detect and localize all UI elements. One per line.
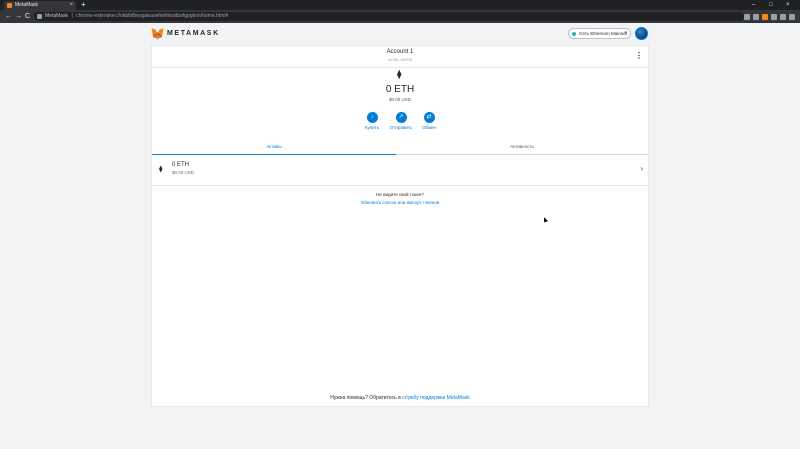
- send-button[interactable]: ↗ Отправить: [388, 112, 414, 130]
- reload-button[interactable]: C: [25, 10, 30, 23]
- tab-title: MetaMask: [15, 2, 39, 8]
- extension-toolbar: [744, 12, 795, 21]
- buy-label: Купить: [364, 125, 380, 130]
- token-not-found-text: Не видите свой токен?: [376, 192, 424, 197]
- bookmark-icon[interactable]: [744, 13, 750, 20]
- url-path: chrome-extension://nkbihfbeogaeaoehlefnk…: [76, 13, 229, 19]
- balance-fiat: $0.00 USD: [388, 97, 411, 102]
- account-options-icon[interactable]: ⋮: [635, 52, 643, 60]
- profile-icon[interactable]: [780, 13, 786, 20]
- tab-assets[interactable]: Активы: [152, 139, 396, 155]
- extension-icon-a[interactable]: [753, 13, 759, 20]
- tab-activity[interactable]: Активность: [396, 139, 648, 155]
- network-selector[interactable]: Сеть Ethereum Mainnet ▾: [568, 28, 631, 39]
- url-separator: |: [71, 13, 73, 19]
- metamask-fox-logo-icon[interactable]: [151, 28, 164, 40]
- or-text: или: [397, 200, 406, 205]
- asset-fiat: $0.00 USD: [172, 170, 195, 175]
- account-name[interactable]: Account 1: [152, 49, 648, 55]
- account-address[interactable]: 0x7f5...b9f7f5: [152, 57, 648, 62]
- address-bar[interactable]: MetaMask | chrome-extension://nkbihfbeog…: [34, 12, 744, 21]
- account-bar: Account 1 0x7f5...b9f7f5 ⋮: [152, 46, 648, 68]
- download-icon: ↓: [366, 112, 378, 123]
- account-avatar[interactable]: [635, 27, 648, 40]
- close-window-button[interactable]: ×: [786, 0, 790, 10]
- wallet-actions: ↓ Купить ↗ Отправить ⇄ Обмен: [359, 112, 449, 132]
- ethereum-icon: ⧫: [159, 166, 163, 173]
- extensions-puzzle-icon[interactable]: [771, 13, 777, 20]
- support-link[interactable]: службу поддержки MetaMask: [402, 395, 470, 401]
- asset-list-item[interactable]: ⧫ 0 ETH $0.00 USD ›: [152, 156, 648, 186]
- chevron-right-icon: ›: [640, 164, 643, 173]
- send-arrow-icon: ↗: [395, 112, 407, 123]
- network-label: Сеть Ethereum Mainnet: [579, 31, 628, 36]
- forward-button[interactable]: →: [15, 10, 22, 23]
- metamask-favicon-icon: [7, 3, 12, 8]
- browser-toolbar: ← → C MetaMask | chrome-extension://nkbi…: [0, 10, 800, 23]
- browser-tab[interactable]: MetaMask ×: [4, 1, 76, 10]
- metamask-wordmark: METAMASK: [167, 30, 220, 37]
- minimize-button[interactable]: –: [752, 0, 755, 10]
- metamask-extension-icon[interactable]: [762, 13, 768, 20]
- swap-label: Обмен: [421, 125, 437, 130]
- import-tokens-link[interactable]: импорт токенов: [407, 200, 440, 205]
- extension-icon: [37, 14, 42, 19]
- asset-amount: 0 ETH: [172, 162, 190, 168]
- tab-close-icon[interactable]: ×: [69, 1, 73, 10]
- buy-button[interactable]: ↓ Купить: [359, 112, 385, 130]
- network-status-dot-icon: [572, 31, 576, 36]
- token-actions-line: Обновить список или импорт токенов: [152, 200, 648, 205]
- url-site: MetaMask: [45, 13, 69, 19]
- ethereum-logo-icon: ⧫: [397, 69, 402, 79]
- swap-button[interactable]: ⇄ Обмен: [416, 112, 442, 130]
- wallet-panel: Account 1 0x7f5...b9f7f5 ⋮ ⧫ 0 ETH $0.00…: [151, 45, 649, 407]
- maximize-button[interactable]: □: [769, 0, 773, 10]
- new-tab-button[interactable]: +: [81, 0, 86, 10]
- help-text: Нужна помощь? Обратитесь в: [330, 395, 401, 401]
- browser-menu-icon[interactable]: [789, 13, 795, 20]
- wallet-tabs: Активы Активность: [152, 139, 648, 155]
- balance-primary: 0 ETH: [385, 84, 415, 95]
- chevron-down-icon: ▾: [624, 30, 627, 36]
- browser-tab-strip: MetaMask × + – □ ×: [0, 0, 800, 10]
- back-button[interactable]: ←: [5, 10, 12, 23]
- refresh-list-link[interactable]: Обновить список: [361, 200, 397, 205]
- swap-icon: ⇄: [423, 112, 435, 123]
- help-footer: Нужна помощь? Обратитесь в службу поддер…: [152, 395, 648, 401]
- send-label: Отправить: [389, 125, 413, 130]
